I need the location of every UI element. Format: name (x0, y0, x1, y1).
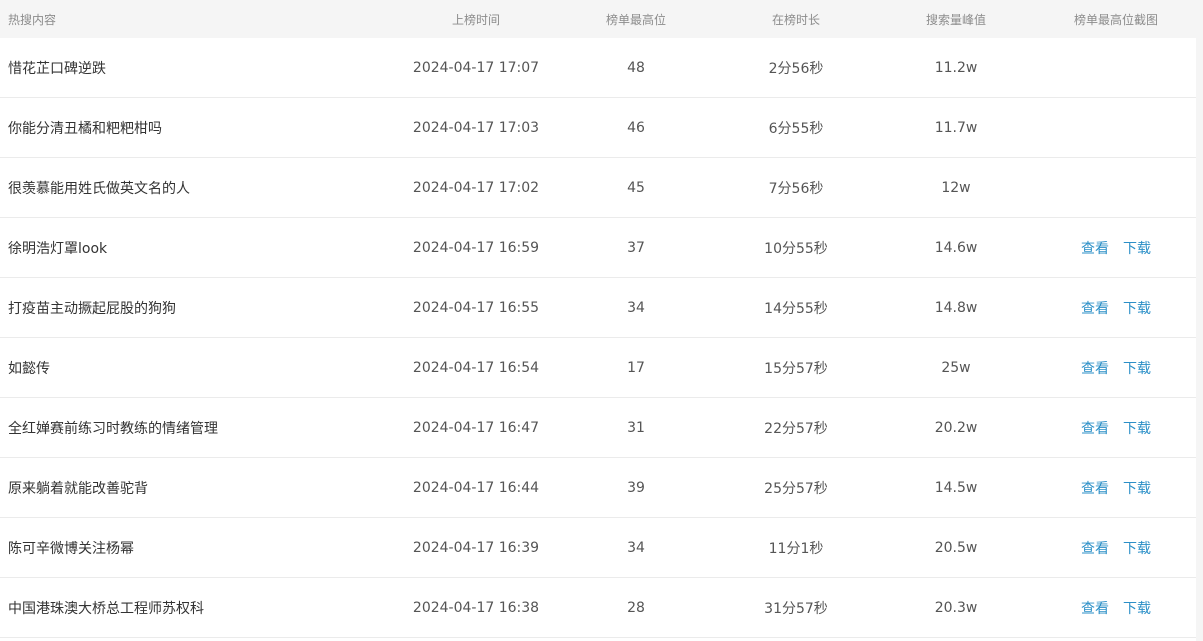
row-rank: 28 (627, 599, 645, 616)
table-row: 你能分清丑橘和粑粑柑吗 2024-04-17 17:03 46 6分55秒 11.7w (0, 98, 1196, 158)
view-link[interactable]: 查看 (1081, 298, 1109, 318)
row-screenshot-actions: 查看 下载 (1036, 538, 1196, 558)
row-title[interactable]: 陈可辛微博关注杨幂 (0, 538, 396, 558)
row-title[interactable]: 打疫苗主动撅起屁股的狗狗 (0, 298, 396, 318)
table-header: 热搜内容 上榜时间 榜单最高位 在榜时长 搜索量峰值 榜单最高位截图 (0, 0, 1196, 38)
row-duration: 22分57秒 (764, 420, 828, 437)
row-duration: 25分57秒 (764, 480, 828, 497)
download-link[interactable]: 下载 (1123, 538, 1151, 558)
row-screenshot-actions: 查看 下载 (1036, 238, 1196, 258)
header-screenshot: 榜单最高位截图 (1073, 12, 1158, 27)
row-time: 2024-04-17 16:54 (412, 359, 540, 376)
scrollbar[interactable] (1196, 0, 1203, 641)
view-link[interactable]: 查看 (1081, 418, 1109, 438)
header-peak: 搜索量峰值 (925, 12, 986, 27)
row-title[interactable]: 全红婵赛前练习时教练的情绪管理 (0, 418, 396, 438)
row-peak: 11.2w (934, 59, 978, 76)
row-title[interactable]: 如懿传 (0, 358, 396, 378)
row-screenshot-actions: 查看 下载 (1036, 598, 1196, 618)
row-screenshot-actions: 查看 下载 (1036, 418, 1196, 438)
table-body: 惜花芷口碑逆跌 2024-04-17 17:07 48 2分56秒 11.2w 你能分清丑… (0, 38, 1196, 638)
header-title: 热搜内容 (8, 12, 57, 27)
row-rank: 17 (627, 359, 645, 376)
table-row: 徐明浩灯罩look 2024-04-17 16:59 37 10分55秒 14.6w 查看… (0, 218, 1196, 278)
row-time: 2024-04-17 16:39 (412, 539, 540, 556)
row-rank: 34 (627, 299, 645, 316)
row-time: 2024-04-17 17:03 (412, 119, 540, 136)
row-duration: 14分55秒 (764, 300, 828, 317)
table-row: 原来躺着就能改善驼背 2024-04-17 16:44 39 25分57秒 14.5w 查… (0, 458, 1196, 518)
download-link[interactable]: 下载 (1123, 358, 1151, 378)
table-row: 惜花芷口碑逆跌 2024-04-17 17:07 48 2分56秒 11.2w (0, 38, 1196, 98)
download-link[interactable]: 下载 (1123, 238, 1151, 258)
row-time: 2024-04-17 16:47 (412, 419, 540, 436)
view-link[interactable]: 查看 (1081, 358, 1109, 378)
row-rank: 34 (627, 539, 645, 556)
row-peak: 14.8w (934, 299, 978, 316)
row-time: 2024-04-17 17:02 (412, 179, 540, 196)
row-duration: 31分57秒 (764, 600, 828, 617)
view-link[interactable]: 查看 (1081, 598, 1109, 618)
row-rank: 37 (627, 239, 645, 256)
table-row: 中国港珠澳大桥总工程师苏权科 2024-04-17 16:38 28 31分57秒 20… (0, 578, 1196, 638)
row-rank: 48 (627, 59, 645, 76)
download-link[interactable]: 下载 (1123, 478, 1151, 498)
row-rank: 39 (627, 479, 645, 496)
view-link[interactable]: 查看 (1081, 238, 1109, 258)
view-link[interactable]: 查看 (1081, 538, 1109, 558)
row-screenshot-actions: 查看 下载 (1036, 298, 1196, 318)
row-peak: 14.5w (934, 479, 978, 496)
row-duration: 10分55秒 (764, 240, 828, 257)
row-rank: 31 (627, 419, 645, 436)
row-duration: 6分55秒 (768, 120, 824, 137)
view-link[interactable]: 查看 (1081, 478, 1109, 498)
header-duration: 在榜时长 (771, 12, 820, 27)
row-time: 2024-04-17 16:38 (412, 599, 540, 616)
row-peak: 11.7w (934, 119, 978, 136)
table-row: 打疫苗主动撅起屁股的狗狗 2024-04-17 16:55 34 14分55秒 14.8… (0, 278, 1196, 338)
row-time: 2024-04-17 16:59 (412, 239, 540, 256)
row-rank: 46 (627, 119, 645, 136)
table-row: 如懿传 2024-04-17 16:54 17 15分57秒 25w 查看 下载 (0, 338, 1196, 398)
row-time: 2024-04-17 16:44 (412, 479, 540, 496)
row-title[interactable]: 原来躺着就能改善驼背 (0, 478, 396, 498)
row-rank: 45 (627, 179, 645, 196)
download-link[interactable]: 下载 (1123, 598, 1151, 618)
header-time: 上榜时间 (451, 12, 500, 27)
table-row: 全红婵赛前练习时教练的情绪管理 2024-04-17 16:47 31 22分57秒 2… (0, 398, 1196, 458)
row-screenshot-actions: 查看 下载 (1036, 358, 1196, 378)
table-row: 很羡慕能用姓氏做英文名的人 2024-04-17 17:02 45 7分56秒 12w (0, 158, 1196, 218)
header-rank: 榜单最高位 (605, 12, 666, 27)
hot-search-table: 热搜内容 上榜时间 榜单最高位 在榜时长 搜索量峰值 榜单最高位截图 惜花芷口碑… (0, 0, 1196, 638)
row-peak: 20.2w (934, 419, 978, 436)
row-peak: 20.5w (934, 539, 978, 556)
row-peak: 14.6w (934, 239, 978, 256)
table-row: 陈可辛微博关注杨幂 2024-04-17 16:39 34 11分1秒 20.5w 查看下… (0, 518, 1196, 578)
download-link[interactable]: 下载 (1123, 298, 1151, 318)
row-time: 2024-04-17 17:07 (412, 59, 540, 76)
row-screenshot-actions: 查看 下载 (1036, 478, 1196, 498)
row-peak: 20.3w (934, 599, 978, 616)
row-title[interactable]: 你能分清丑橘和粑粑柑吗 (0, 118, 396, 138)
row-duration: 2分56秒 (768, 60, 824, 77)
row-time: 2024-04-17 16:55 (412, 299, 540, 316)
download-link[interactable]: 下载 (1123, 418, 1151, 438)
row-duration: 7分56秒 (768, 180, 824, 197)
row-duration: 11分1秒 (768, 540, 824, 557)
row-title[interactable]: 惜花芷口碑逆跌 (0, 58, 396, 78)
row-title[interactable]: 很羡慕能用姓氏做英文名的人 (0, 178, 396, 198)
row-peak: 25w (941, 359, 971, 376)
row-duration: 15分57秒 (764, 360, 828, 377)
row-peak: 12w (941, 179, 971, 196)
row-title[interactable]: 徐明浩灯罩look (0, 238, 396, 258)
row-title[interactable]: 中国港珠澳大桥总工程师苏权科 (0, 598, 396, 618)
